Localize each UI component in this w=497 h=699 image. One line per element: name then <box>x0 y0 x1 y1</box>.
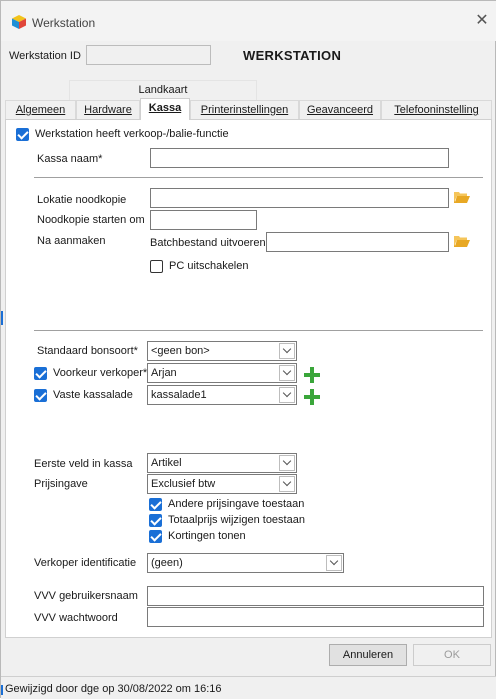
divider <box>34 177 483 178</box>
standaard-bonsoort-select[interactable]: <geen bon> <box>147 341 297 361</box>
add-kassalade-plus-icon[interactable] <box>304 389 320 405</box>
window: Werkstation ✕ Werkstation ID WERKSTATION… <box>0 0 496 699</box>
kassa-naam-field[interactable] <box>150 148 449 168</box>
status-bar: Gewijzigd door dge op 30/08/2022 om 16:1… <box>1 676 496 699</box>
batchbestand-field[interactable] <box>266 232 449 252</box>
add-verkoper-plus-icon[interactable] <box>304 367 320 383</box>
vvv-wachtwoord-field[interactable] <box>147 607 484 627</box>
tab-geavanceerd[interactable]: Geavanceerd <box>299 100 381 120</box>
verkoop-functie-label: Werkstation heeft verkoop-/balie-functie <box>35 128 229 140</box>
noodkopie-starten-label: Noodkopie starten om <box>37 214 145 226</box>
eerste-veld-select[interactable]: Artikel <box>147 453 297 473</box>
chevron-down-icon[interactable] <box>279 455 295 471</box>
tab-algemeen[interactable]: Algemeen <box>5 100 76 120</box>
pc-uitschakelen-checkbox[interactable] <box>150 260 163 273</box>
standaard-bonsoort-label: Standaard bonsoort* <box>37 345 138 357</box>
vvv-gebruikersnaam-label: VVV gebruikersnaam <box>34 590 138 602</box>
totaalprijs-label: Totaalprijs wijzigen toestaan <box>168 514 305 526</box>
andere-prijsingave-checkbox[interactable] <box>149 498 162 511</box>
totaalprijs-checkbox[interactable] <box>149 514 162 527</box>
chevron-down-icon[interactable] <box>279 343 295 359</box>
batchbestand-label: Batchbestand uitvoeren <box>150 237 266 249</box>
prijsingave-label: Prijsingave <box>34 478 88 490</box>
noodkopie-starten-field[interactable] <box>150 210 257 230</box>
ok-button[interactable]: OK <box>413 644 491 666</box>
na-aanmaken-label: Na aanmaken <box>37 235 106 247</box>
folder-icon[interactable] <box>454 191 470 204</box>
vaste-kassalade-select[interactable]: kassalade1 <box>147 385 297 405</box>
divider <box>34 330 483 331</box>
voorkeur-verkoper-select[interactable]: Arjan <box>147 363 297 383</box>
folder-icon[interactable] <box>454 235 470 248</box>
app-cube-icon <box>12 15 26 29</box>
tab-hardware[interactable]: Hardware <box>76 100 140 120</box>
edge-marker <box>1 311 3 325</box>
tab-telefooninstelling[interactable]: Telefooninstelling <box>381 100 492 120</box>
vaste-kassalade-checkbox[interactable] <box>34 389 47 402</box>
kortingen-checkbox[interactable] <box>149 530 162 543</box>
kortingen-label: Kortingen tonen <box>168 530 246 542</box>
cancel-button[interactable]: Annuleren <box>329 644 407 666</box>
chevron-down-icon[interactable] <box>279 476 295 492</box>
lokatie-noodkopie-field[interactable] <box>150 188 449 208</box>
eerste-veld-label: Eerste veld in kassa <box>34 458 133 470</box>
pc-uitschakelen-label: PC uitschakelen <box>169 260 249 272</box>
status-text: Gewijzigd door dge op 30/08/2022 om 16:1… <box>5 683 222 695</box>
page-heading: WERKSTATION <box>243 48 342 63</box>
title-bar: Werkstation ✕ <box>1 1 496 41</box>
chevron-down-icon[interactable] <box>279 365 295 381</box>
prijsingave-select[interactable]: Exclusief btw <box>147 474 297 494</box>
verkoper-identificatie-select[interactable]: (geen) <box>147 553 344 573</box>
chevron-down-icon[interactable] <box>279 387 295 403</box>
tab-printerinstellingen[interactable]: Printerinstellingen <box>190 100 299 120</box>
tab-kassa[interactable]: Kassa <box>140 98 190 120</box>
close-icon[interactable]: ✕ <box>473 12 491 30</box>
edge-marker <box>1 685 3 695</box>
vvv-wachtwoord-label: VVV wachtwoord <box>34 612 118 624</box>
werkstation-id-field <box>86 45 211 65</box>
werkstation-id-label: Werkstation ID <box>9 50 81 62</box>
chevron-down-icon[interactable] <box>326 555 342 571</box>
lokatie-noodkopie-label: Lokatie noodkopie <box>37 194 127 206</box>
andere-prijsingave-label: Andere prijsingave toestaan <box>168 498 305 510</box>
kassa-naam-label: Kassa naam* <box>37 153 103 165</box>
tab-landkaart[interactable]: Landkaart <box>69 80 257 100</box>
window-title: Werkstation <box>32 16 96 30</box>
vvv-gebruikersnaam-field[interactable] <box>147 586 484 606</box>
voorkeur-verkoper-label: Voorkeur verkoper* <box>53 367 148 379</box>
verkoop-functie-checkbox[interactable] <box>16 128 29 141</box>
vaste-kassalade-label: Vaste kassalade <box>53 389 133 401</box>
verkoper-identificatie-label: Verkoper identificatie <box>34 557 137 569</box>
voorkeur-verkoper-checkbox[interactable] <box>34 367 47 380</box>
